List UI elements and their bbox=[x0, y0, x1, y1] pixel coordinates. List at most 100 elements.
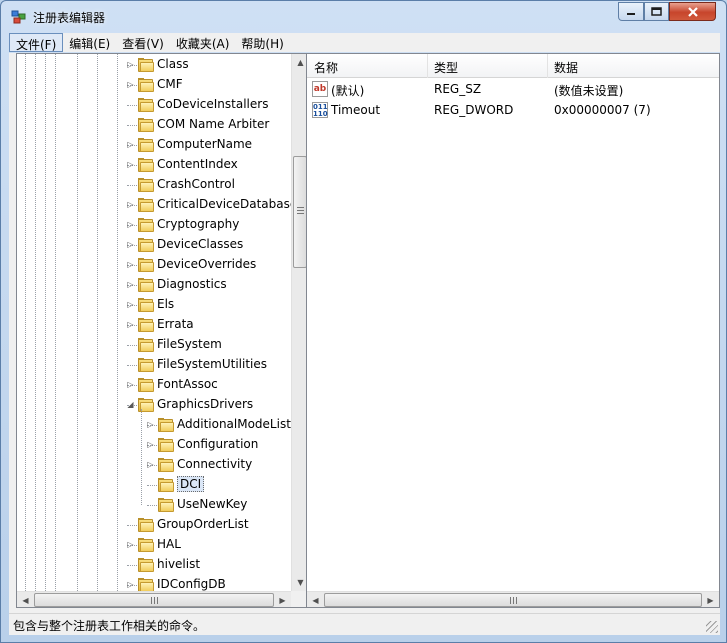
folder-icon bbox=[138, 338, 154, 352]
menu-bar: 文件(F) 编辑(E) 查看(V) 收藏夹(A) 帮助(H) bbox=[9, 33, 720, 52]
tree-item[interactable]: ▷ AdditionalModeLists bbox=[17, 415, 297, 435]
folder-icon bbox=[158, 478, 174, 492]
expand-arrow-icon[interactable]: ▷ bbox=[126, 240, 135, 249]
menu-edit[interactable]: 编辑(E) bbox=[63, 33, 116, 52]
tree-item[interactable]: ◢ GraphicsDrivers bbox=[17, 395, 291, 415]
scroll-right-arrow-icon[interactable]: ▶ bbox=[702, 592, 719, 607]
close-button[interactable] bbox=[669, 2, 716, 21]
tree-item-label: FileSystem bbox=[157, 337, 222, 351]
expand-arrow-icon[interactable]: ▷ bbox=[126, 300, 135, 309]
folder-icon bbox=[138, 218, 154, 232]
folder-icon bbox=[138, 58, 154, 72]
tree-item[interactable]: UseNewKey bbox=[17, 495, 291, 515]
list-item[interactable]: 011 110 Timeout REG_DWORD 0x00000007 (7) bbox=[307, 100, 719, 121]
expand-arrow-icon[interactable]: ▷ bbox=[126, 160, 135, 169]
list-item[interactable]: ab (默认) REG_SZ (数值未设置) bbox=[307, 79, 719, 100]
expand-arrow-icon[interactable]: ▷ bbox=[126, 320, 135, 329]
expand-arrow-icon[interactable]: ▷ bbox=[126, 380, 135, 389]
menu-file[interactable]: 文件(F) bbox=[9, 33, 64, 52]
expand-arrow-icon[interactable]: ▷ bbox=[146, 440, 155, 449]
tree-item[interactable]: CoDeviceInstallers bbox=[17, 95, 291, 115]
folder-icon bbox=[158, 418, 174, 432]
scroll-left-arrow-icon[interactable]: ◀ bbox=[17, 592, 34, 607]
window-title: 注册表编辑器 bbox=[33, 11, 106, 25]
tree-item-label: CrashControl bbox=[157, 177, 235, 191]
column-type-header[interactable]: 类型 bbox=[434, 59, 458, 76]
column-name-header[interactable]: 名称 bbox=[314, 59, 338, 76]
tree-item[interactable]: ▷ Errata bbox=[17, 315, 291, 335]
expand-arrow-icon[interactable]: ▷ bbox=[126, 200, 135, 209]
registry-editor-icon bbox=[11, 10, 26, 24]
tree-item-label: GraphicsDrivers bbox=[157, 397, 254, 411]
tree-item[interactable]: ▷ Class bbox=[17, 55, 291, 75]
folder-icon bbox=[138, 298, 154, 312]
tree-item[interactable]: GroupOrderList bbox=[17, 515, 291, 535]
tree-item[interactable]: ▷ CriticalDeviceDatabase bbox=[17, 195, 297, 215]
tree-item-label: Configuration bbox=[177, 437, 259, 451]
folder-icon bbox=[138, 318, 154, 332]
tree-item[interactable]: ▷ FontAssoc bbox=[17, 375, 291, 395]
tree-item[interactable]: ▷ Cryptography bbox=[17, 215, 291, 235]
tree-horizontal-scrollbar[interactable]: ◀ ▶ bbox=[17, 591, 291, 607]
tree-item[interactable]: ▷ DeviceClasses bbox=[17, 235, 291, 255]
scroll-right-arrow-icon[interactable]: ▶ bbox=[274, 592, 291, 607]
tree-item-label: COM Name Arbiter bbox=[157, 117, 270, 131]
minimize-button[interactable] bbox=[618, 2, 644, 21]
tree-hscroll-thumb[interactable] bbox=[34, 593, 274, 607]
list-hscroll-thumb[interactable] bbox=[324, 593, 702, 607]
expand-arrow-icon[interactable]: ▷ bbox=[146, 420, 155, 429]
values-list-pane[interactable]: 名称 类型 数据 ab (默认) REG_SZ (数值未设置) 011 110 … bbox=[306, 53, 720, 608]
folder-icon bbox=[138, 358, 154, 372]
expand-arrow-icon[interactable]: ▷ bbox=[126, 280, 135, 289]
tree-item-label: Class bbox=[157, 57, 189, 71]
folder-icon bbox=[138, 278, 154, 292]
tree-item[interactable]: DCI bbox=[17, 475, 291, 495]
tree-item[interactable]: ▷ DeviceOverrides bbox=[17, 255, 291, 275]
expand-arrow-icon[interactable]: ▷ bbox=[126, 140, 135, 149]
tree-item[interactable]: ▷ CMF bbox=[17, 75, 291, 95]
tree-item[interactable]: ▷ ComputerName bbox=[17, 135, 291, 155]
expand-arrow-icon[interactable]: ▷ bbox=[126, 580, 135, 589]
collapse-arrow-icon[interactable]: ◢ bbox=[126, 400, 135, 409]
expand-arrow-icon[interactable]: ▷ bbox=[146, 460, 155, 469]
value-data: (数值未设置) bbox=[554, 84, 624, 98]
maximize-button[interactable] bbox=[644, 2, 669, 21]
menu-favorites[interactable]: 收藏夹(A) bbox=[170, 33, 236, 52]
minimize-icon bbox=[627, 12, 635, 15]
expand-arrow-icon[interactable]: ▷ bbox=[126, 540, 135, 549]
tree-item[interactable]: ▷ Diagnostics bbox=[17, 275, 291, 295]
folder-icon bbox=[138, 238, 154, 252]
tree-item[interactable]: CrashControl bbox=[17, 175, 291, 195]
tree-item-label: GroupOrderList bbox=[157, 517, 249, 531]
tree-item[interactable]: hivelist bbox=[17, 555, 291, 575]
list-horizontal-scrollbar[interactable]: ◀ ▶ bbox=[307, 591, 719, 607]
folder-icon bbox=[138, 158, 154, 172]
scroll-left-arrow-icon[interactable]: ◀ bbox=[307, 592, 324, 607]
resize-grip-icon[interactable] bbox=[706, 621, 718, 633]
expand-arrow-icon[interactable]: ▷ bbox=[126, 260, 135, 269]
tree-scroll-thumb[interactable] bbox=[293, 156, 307, 268]
regedit-window: 注册表编辑器 文件(F) 编辑(E) 查看(V) 收藏夹(A) 帮助(H) ▷ C… bbox=[0, 0, 727, 643]
expand-arrow-icon[interactable]: ▷ bbox=[126, 80, 135, 89]
tree-item[interactable]: ▷ ContentIndex bbox=[17, 155, 291, 175]
tree-item-label: ComputerName bbox=[157, 137, 253, 151]
column-data-header[interactable]: 数据 bbox=[554, 59, 578, 76]
tree-item-label: DeviceOverrides bbox=[157, 257, 257, 271]
tree-item[interactable]: ▷ Els bbox=[17, 295, 291, 315]
tree-item[interactable]: ▷ HAL bbox=[17, 535, 291, 555]
tree-item[interactable]: ▷ Connectivity bbox=[17, 455, 291, 475]
expand-arrow-icon[interactable]: ▷ bbox=[126, 220, 135, 229]
tree-item-label: CoDeviceInstallers bbox=[157, 97, 269, 111]
tree-item[interactable]: COM Name Arbiter bbox=[17, 115, 291, 135]
folder-icon bbox=[158, 498, 174, 512]
expand-arrow-icon[interactable]: ▷ bbox=[126, 60, 135, 69]
menu-help[interactable]: 帮助(H) bbox=[235, 33, 289, 52]
status-bar: 包含与整个注册表工作相关的命令。 bbox=[9, 613, 720, 635]
tree-item[interactable]: FileSystemUtilities bbox=[17, 355, 291, 375]
title-bar[interactable]: 注册表编辑器 bbox=[1, 1, 726, 31]
tree-item[interactable]: ▷ Configuration bbox=[17, 435, 291, 455]
tree-item[interactable]: FileSystem bbox=[17, 335, 291, 355]
tree-item-label: Els bbox=[157, 297, 175, 311]
registry-tree-pane[interactable]: ▷ Class ▷ CMF CoDeviceInstallers COM Name Arb… bbox=[16, 53, 308, 608]
menu-view[interactable]: 查看(V) bbox=[116, 33, 170, 52]
